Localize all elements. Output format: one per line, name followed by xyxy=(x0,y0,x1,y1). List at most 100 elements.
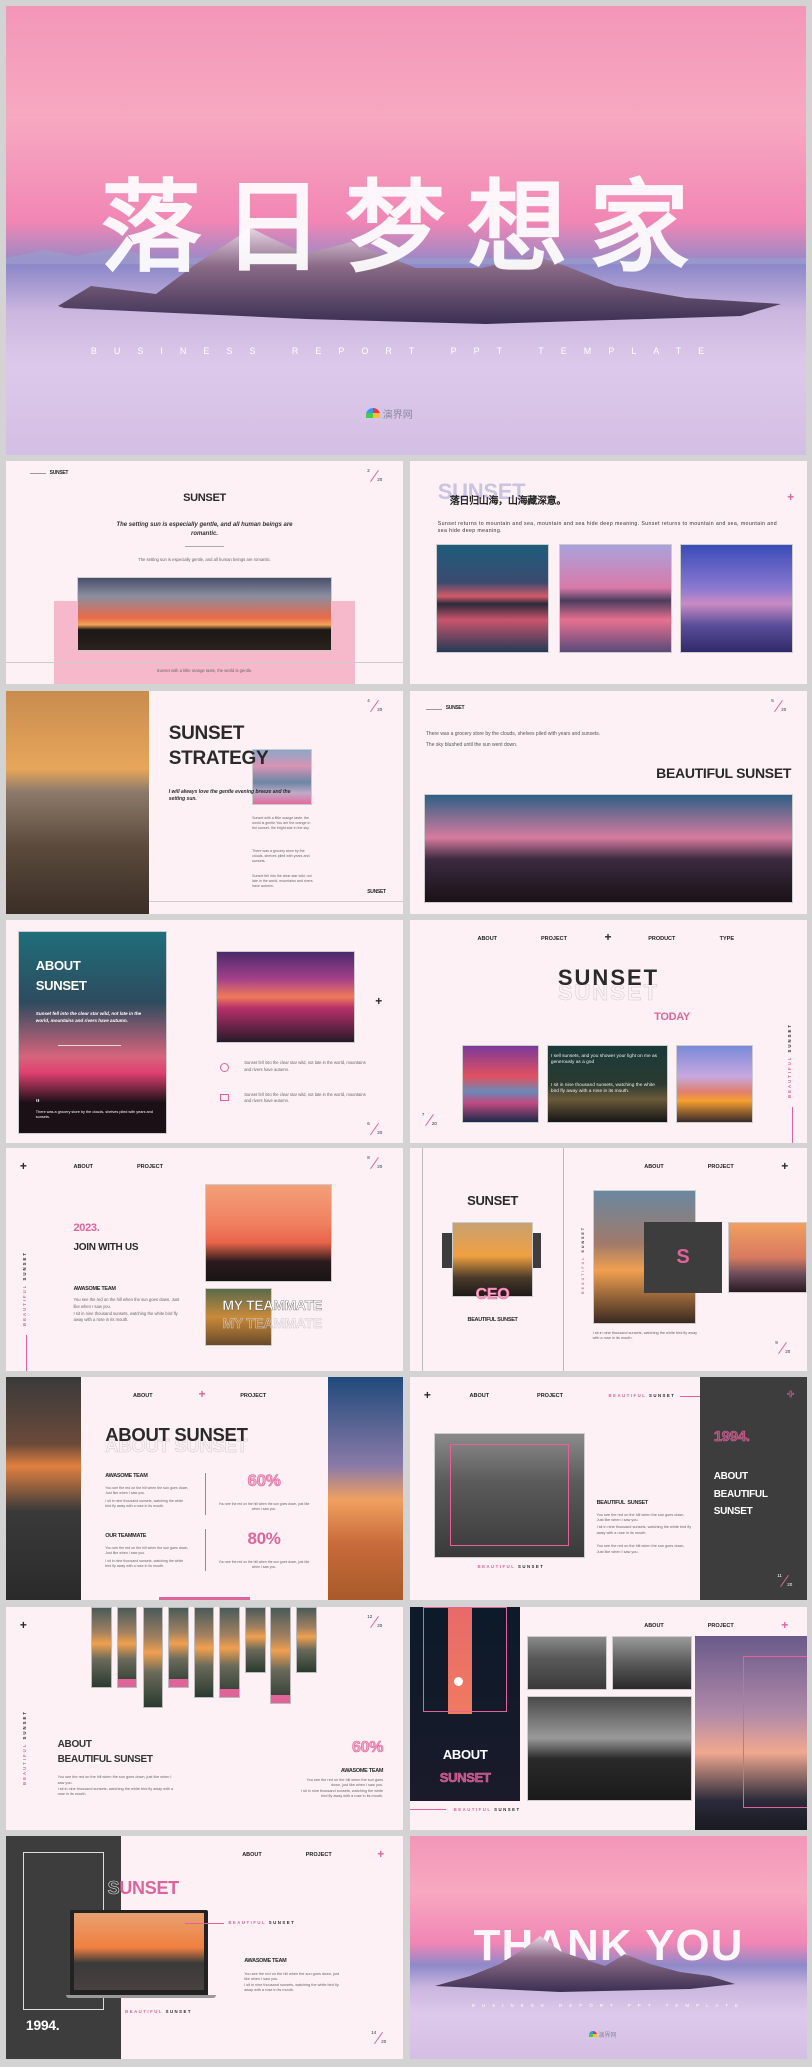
year-label: 2023. xyxy=(73,1221,100,1234)
sunset-outline: SUNSET xyxy=(439,1769,491,1785)
page-number: 4 20 xyxy=(367,697,383,712)
slide-6[interactable]: ABOUT SUNSET Sunset fell into the clear … xyxy=(6,920,403,1143)
team-heading-2: OUR TEAMMATE xyxy=(105,1533,147,1540)
section-text-3: You see the red on the hill when the sun… xyxy=(596,1544,685,1554)
year-label: 1994. xyxy=(713,1428,750,1446)
tree-photo xyxy=(727,1221,807,1293)
slide-9[interactable]: SUNSET CEO BEAUTIFUL SUNSET ABOUT PROJEC… xyxy=(410,1148,807,1371)
plus-icon[interactable]: + xyxy=(199,1388,206,1400)
team-heading: AWASOME TEAM xyxy=(244,1957,287,1964)
plus-icon[interactable]: + xyxy=(605,931,612,943)
laptop-screen-photo xyxy=(73,1913,205,1990)
slide-13[interactable]: ABOUT SUNSET BEAUTIFUL SUNSET ABOUT PROJ… xyxy=(410,1607,807,1830)
strip-cap xyxy=(117,1679,137,1688)
photo-strip xyxy=(270,1607,292,1705)
paragraph-2: There was a grocery store by the clouds,… xyxy=(252,849,310,864)
page-number: 6 20 xyxy=(367,1120,383,1135)
nav-about[interactable]: ABOUT xyxy=(133,1393,153,1399)
nav-project[interactable]: PROJECT xyxy=(708,1623,734,1629)
slide-title-1: SUNSET xyxy=(168,723,245,745)
paragraph-1: Sunset with a little orange taste, the w… xyxy=(252,815,311,830)
plus-icon[interactable]: + xyxy=(424,1389,431,1401)
photo-strip xyxy=(244,1607,266,1674)
team-text-1: You see the red on the hill when the sun… xyxy=(244,1972,340,1982)
card-icon xyxy=(220,1093,230,1101)
slide-8[interactable]: + ABOUT PROJECT 8 20 BEAUTIFUL SUNSET 202… xyxy=(6,1148,403,1371)
panel-title-3: SUNSET xyxy=(713,1506,753,1518)
about-title-1: ABOUT xyxy=(35,957,81,973)
team-heading: AWASOME TEAM xyxy=(340,1767,384,1774)
section-text-1: You see the red on the hill when the sun… xyxy=(596,1513,685,1523)
plus-icon[interactable]: + xyxy=(20,1619,27,1631)
page-number: 12 20 xyxy=(367,1613,383,1628)
pink-frame xyxy=(423,1607,507,1712)
teammate-title: MY TEAMMATE xyxy=(222,1297,322,1314)
accent-label: BEAUTIFUL SUNSET xyxy=(608,1393,676,1399)
subtitle: BEAUTIFUL SUNSET xyxy=(467,1317,518,1324)
photo-1 xyxy=(461,1044,540,1123)
nav-project[interactable]: PROJECT xyxy=(306,1852,332,1858)
bottom-line xyxy=(148,900,403,902)
nav-type[interactable]: TYPE xyxy=(720,936,734,942)
stat-60: 60% xyxy=(352,1738,384,1756)
nav-project[interactable]: PROJECT xyxy=(137,1164,163,1170)
overlay-text-1: I sell sunsets, and you shower your ligh… xyxy=(550,1053,658,1065)
overlay-text-2: I sit in nine thousand sunsets, watching… xyxy=(550,1082,655,1094)
slide-title: 落日归山海，山海藏深意。 xyxy=(449,496,567,508)
nav-about[interactable]: ABOUT xyxy=(242,1852,262,1858)
nav-about[interactable]: ABOUT xyxy=(644,1164,664,1170)
team-text-2a: You see the red on the hill when the sun… xyxy=(105,1546,189,1556)
about-title: ABOUT xyxy=(442,1747,488,1763)
slide-14[interactable]: 1994. ABOUT PROJECT + SUNSET BEAUTIFUL S… xyxy=(6,1836,403,2059)
photo-strip xyxy=(142,1607,164,1709)
photo-strip xyxy=(91,1607,112,1689)
side-label: BEAUTIFUL SUNSET xyxy=(580,1226,585,1294)
slide-4[interactable]: 4 20 SUNSET STRATEGY I will always love t… xyxy=(6,691,403,914)
nav-project[interactable]: PROJECT xyxy=(541,936,567,942)
slide-11[interactable]: + ABOUT PROJECT BEAUTIFUL SUNSET + 1994.… xyxy=(410,1377,807,1600)
bottom-line xyxy=(6,661,403,663)
plus-icon[interactable]: + xyxy=(781,1619,788,1631)
photo-caption: BEAUTIFUL SUNSET xyxy=(477,1564,545,1570)
nav-project[interactable]: PROJECT xyxy=(240,1393,266,1399)
stat-60: 60% xyxy=(247,1470,281,1490)
nav-product[interactable]: PRODUCT xyxy=(648,936,675,942)
slide-10[interactable]: ABOUT + PROJECT ABOUT SUNSET ABOUT SUNSE… xyxy=(6,1377,403,1600)
photo-strip xyxy=(296,1607,317,1674)
title-2: BEAUTIFUL SUNSET xyxy=(57,1754,153,1766)
nav-project[interactable]: PROJECT xyxy=(708,1164,734,1170)
panel-title-2: BEAUTIFUL xyxy=(713,1488,768,1500)
slide-2[interactable]: SUNSET 2 20 SUNSET The setting sun is esp… xyxy=(6,461,403,684)
today-label: TODAY xyxy=(654,1011,690,1024)
photo-3 xyxy=(675,1044,754,1123)
road-photo xyxy=(6,1377,82,1600)
plus-icon[interactable]: + xyxy=(781,1160,788,1172)
letter-s: S xyxy=(676,1245,690,1268)
thank-you-slide[interactable]: THANK YOU BUSINESS REPORT PPT TEMPLATE 演… xyxy=(410,1836,807,2059)
slide-5[interactable]: SUNSET 5 20 There was a grocery store by … xyxy=(410,691,807,914)
stat-text-2: You see the red on the hill when the sun… xyxy=(218,1559,310,1569)
cover-slide[interactable]: 落日梦想家 BUSINESS REPORT PPT TEMPLATE 演界网 xyxy=(6,6,806,455)
slide-12[interactable]: + 12 20 BEAUTIFUL SUNSET ABOUT BEAUTIFUL … xyxy=(6,1607,403,1830)
nav-project[interactable]: PROJECT xyxy=(537,1393,563,1399)
accent-line xyxy=(410,1808,446,1810)
crowd-photo xyxy=(527,1696,692,1801)
paragraph-3: Sunset fell into the clear star wild, no… xyxy=(252,873,313,888)
nav-about[interactable]: ABOUT xyxy=(470,1393,490,1399)
tag-line xyxy=(425,708,442,710)
team-text-2: I sit in nine thousand sunsets, watching… xyxy=(73,1310,178,1322)
plus-icon[interactable]: + xyxy=(20,1160,27,1172)
nav-about[interactable]: ABOUT xyxy=(477,936,497,942)
side-line xyxy=(25,1335,27,1371)
nav-about[interactable]: ABOUT xyxy=(73,1164,93,1170)
nav-about[interactable]: ABOUT xyxy=(644,1623,664,1629)
slide-7[interactable]: ABOUT PROJECT + PRODUCT TYPE SUNSET SUNS… xyxy=(410,920,807,1143)
divider xyxy=(184,545,225,547)
item-text-1: Sunset fell into the clear star wild, no… xyxy=(244,1060,366,1072)
plus-icon[interactable]: + xyxy=(377,1848,384,1860)
slide-3[interactable]: SUNSET 落日归山海，山海藏深意。 + Sunset returns to … xyxy=(410,461,807,684)
title-1: ABOUT xyxy=(57,1738,92,1750)
team-text-1: You see the red on the hill when the sun… xyxy=(306,1777,384,1787)
strip-cap xyxy=(220,1688,239,1697)
quote-mark: “ xyxy=(35,1098,40,1108)
